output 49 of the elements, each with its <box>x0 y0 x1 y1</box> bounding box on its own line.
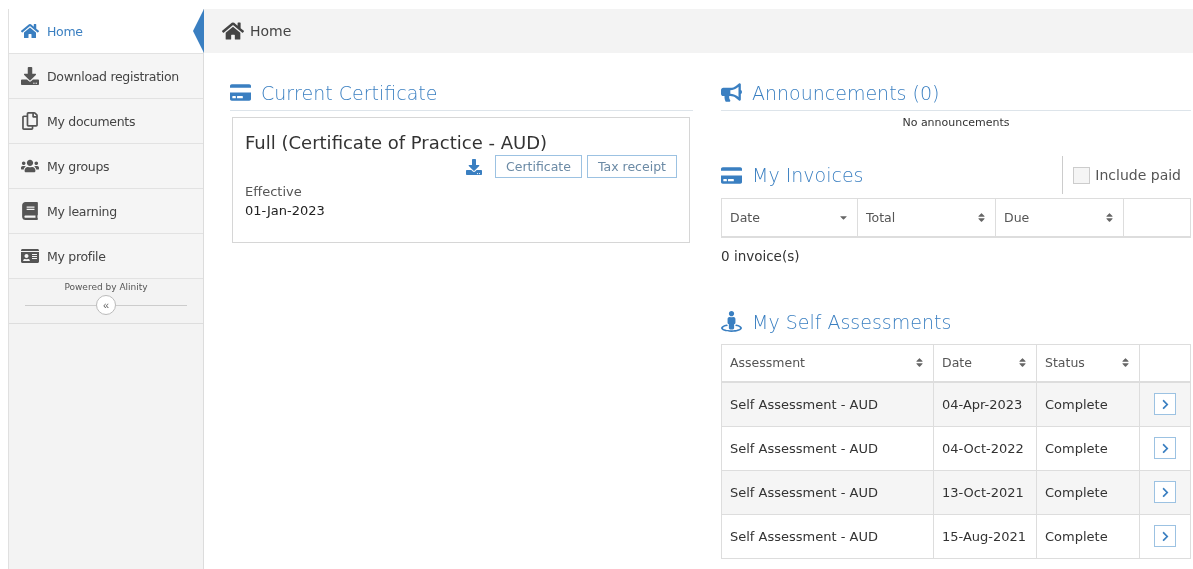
section-title: My Invoices <box>752 164 864 186</box>
section-title: Announcements (0) <box>752 81 940 104</box>
open-button[interactable] <box>1154 437 1176 459</box>
empty-message: No announcements <box>901 115 1011 131</box>
download-icon[interactable] <box>466 158 483 175</box>
effective-date: 01-Jan-2023 <box>245 203 326 218</box>
open-button[interactable] <box>1154 393 1176 416</box>
table-cell: Self Assessment - AUD <box>721 470 934 514</box>
checkbox[interactable] <box>1073 166 1091 184</box>
powered-by-text: Powered by Alinity <box>63 281 149 294</box>
table-cell: Self Assessment - AUD <box>721 514 934 558</box>
credit-card-icon <box>230 82 251 103</box>
checkbox-label: Include paid <box>1095 167 1181 183</box>
id-card-icon <box>21 247 39 265</box>
sidebar-item[interactable]: Home <box>9 9 203 54</box>
invoice-count: 0 invoice(s) <box>721 247 801 264</box>
certificate-button[interactable]: Certificate <box>495 155 582 178</box>
table-cell: Complete <box>1036 426 1140 470</box>
include-paid-checkbox[interactable]: Include paid <box>1073 166 1181 184</box>
table-cell: Complete <box>1036 470 1140 514</box>
documents-icon <box>21 112 39 130</box>
credit-card-icon <box>721 164 742 186</box>
certificate-name: Full (Certificate of Practice - AUD) <box>245 132 549 153</box>
person-icon <box>721 311 742 332</box>
table-cell: 04-Oct-2022 <box>933 426 1037 470</box>
section-title: Current Certificate <box>261 81 438 104</box>
table-cell: Complete <box>1036 382 1140 426</box>
column-header[interactable]: Date <box>721 198 858 237</box>
table-cell: Self Assessment - AUD <box>721 426 934 470</box>
table-cell: 04-Apr-2023 <box>933 382 1037 426</box>
table-cell: Self Assessment - AUD <box>721 382 934 426</box>
section-title: My Self Assessments <box>752 310 952 333</box>
home-icon <box>21 22 39 40</box>
download-icon <box>21 67 39 85</box>
open-button[interactable] <box>1154 525 1176 547</box>
megaphone-icon <box>721 82 742 103</box>
table-cell: 13-Oct-2021 <box>933 470 1037 514</box>
book-icon <box>21 202 39 220</box>
effective-label: Effective <box>245 184 303 199</box>
collapse-button[interactable]: « <box>96 295 116 315</box>
table-cell: Complete <box>1036 514 1140 558</box>
column-header[interactable]: Due <box>995 198 1124 237</box>
home-icon <box>222 20 244 42</box>
table-cell: 15-Aug-2021 <box>933 514 1037 558</box>
column-header[interactable]: Total <box>857 198 996 237</box>
open-button[interactable] <box>1154 481 1176 503</box>
users-icon <box>21 157 39 175</box>
breadcrumb[interactable]: Home <box>250 23 292 39</box>
certificate-button[interactable]: Tax receipt <box>586 155 677 178</box>
